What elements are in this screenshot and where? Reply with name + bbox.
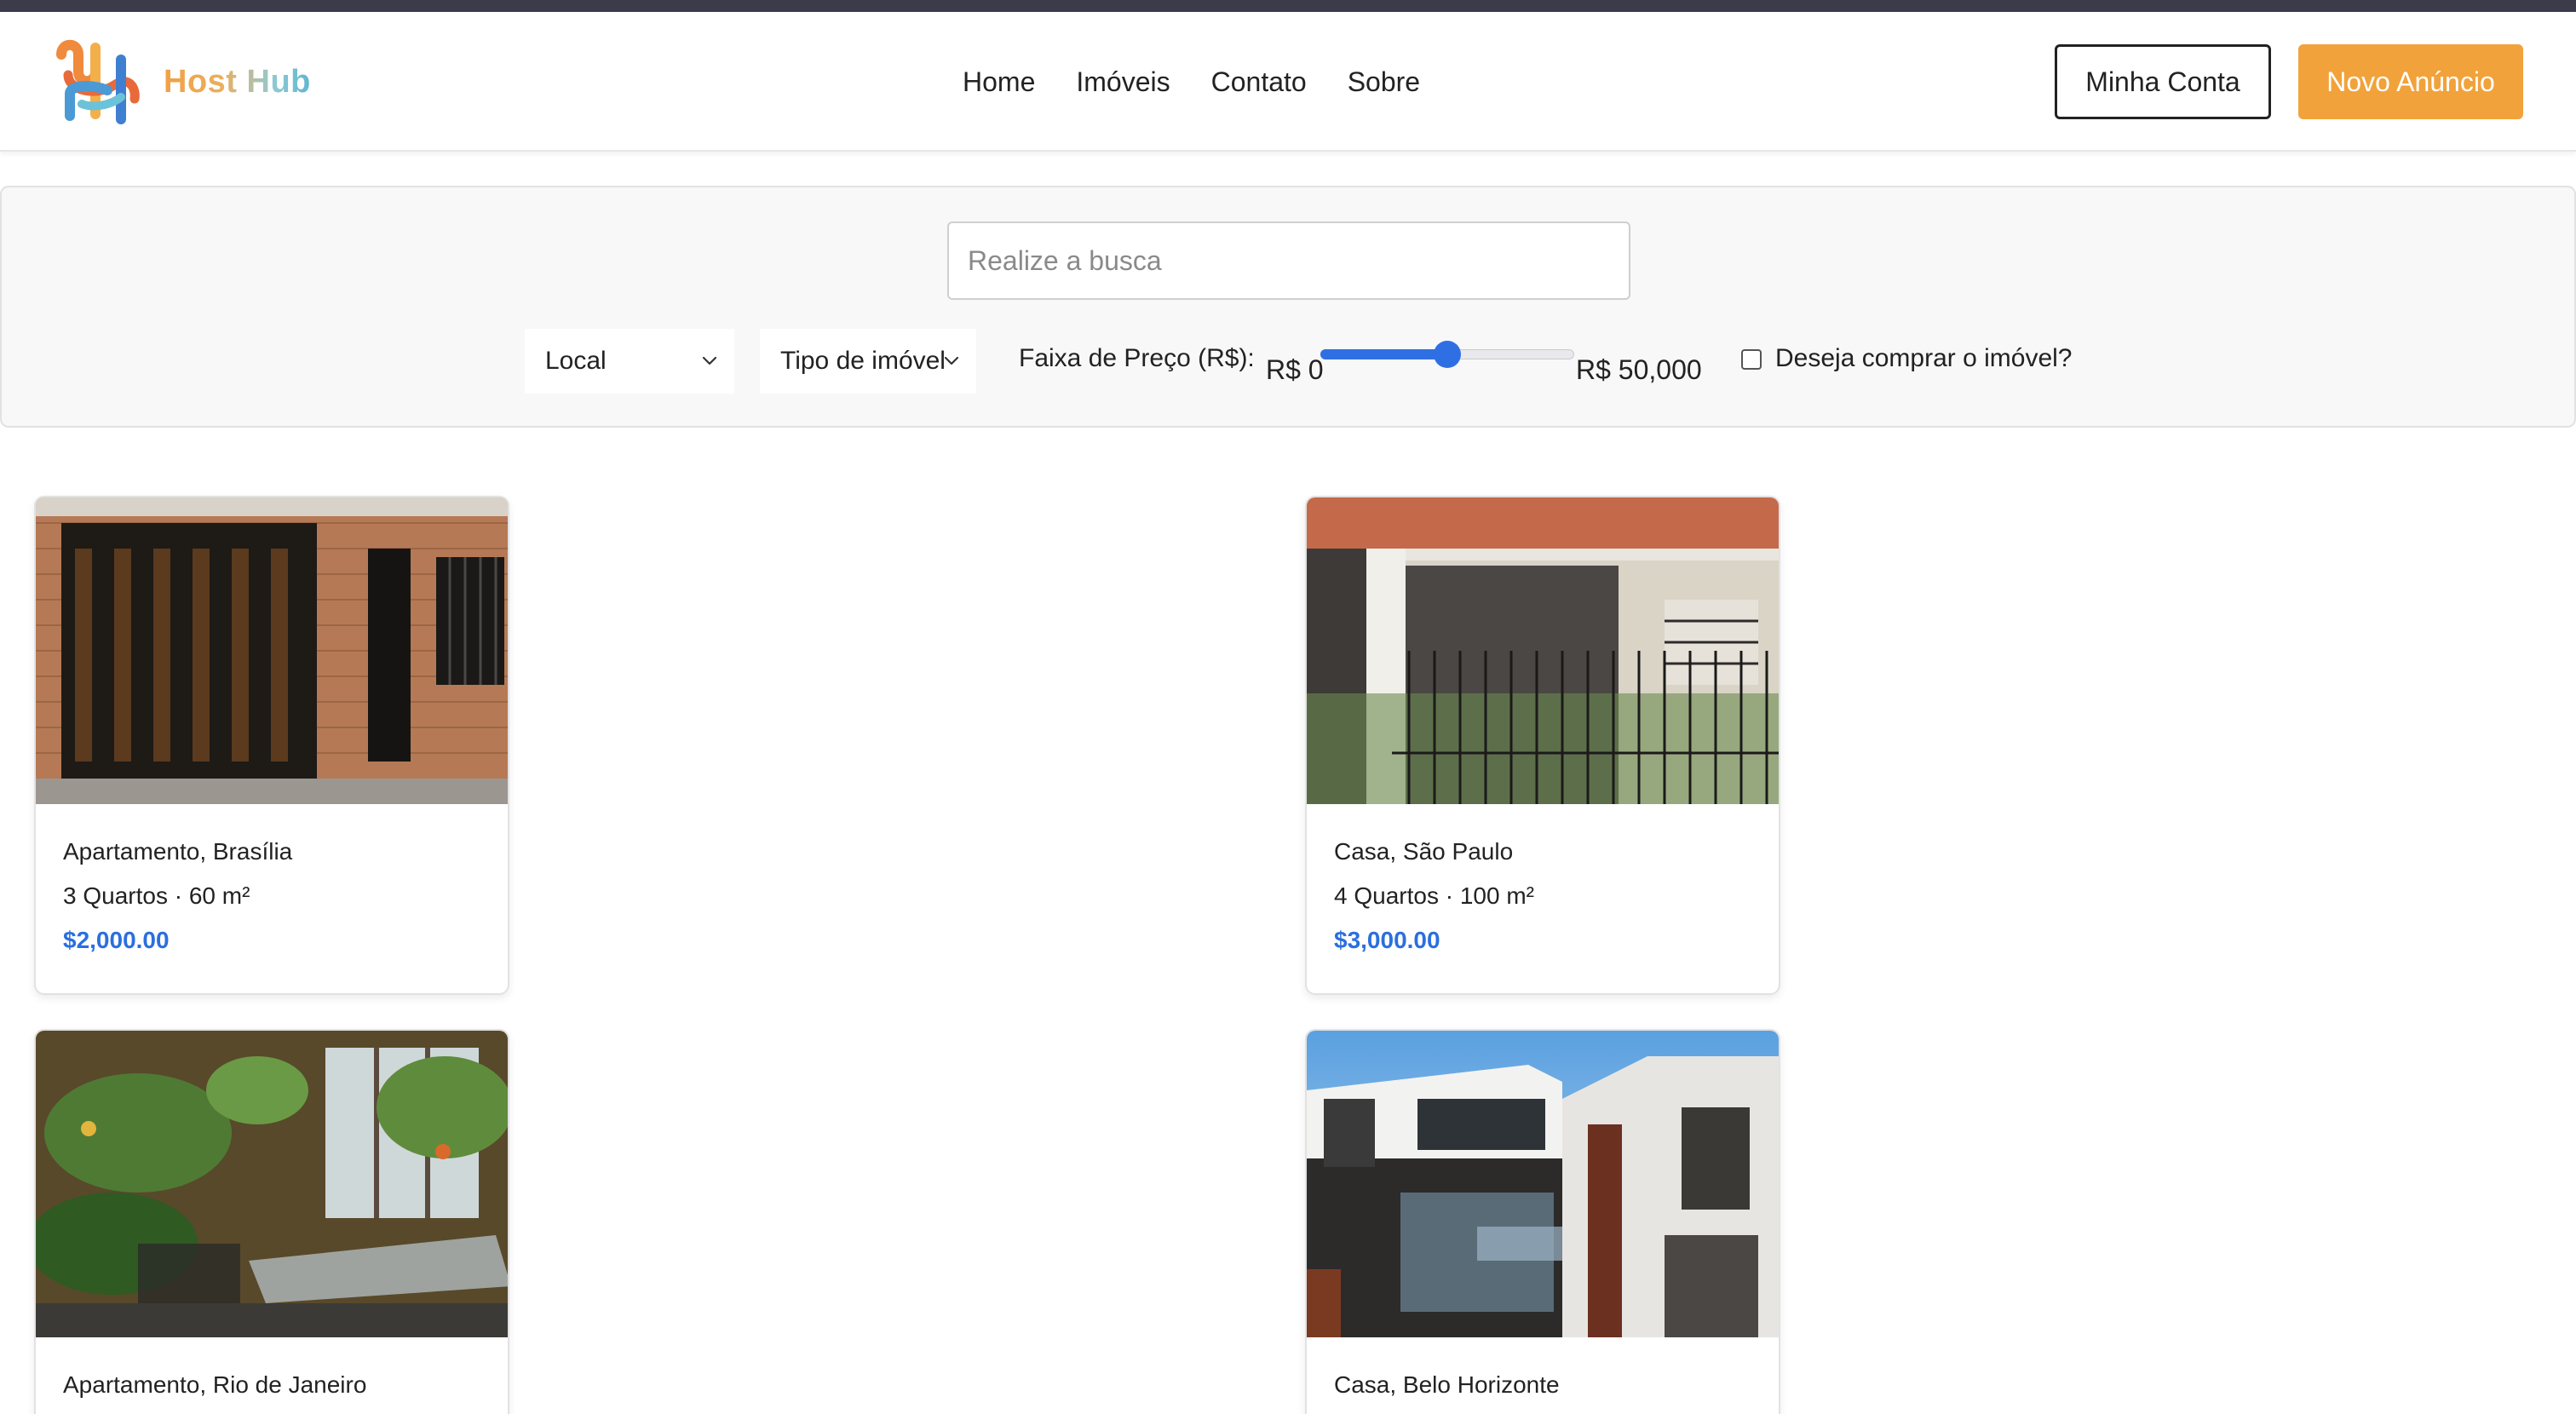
chevron-down-icon (702, 356, 717, 365)
listing-specs: 3 Quartos · 60 m² (63, 882, 250, 909)
listing-title: Casa, Belo Horizonte (1334, 1371, 1560, 1398)
search-filters-panel: Local Tipo de imóvel Faixa de Preço (R$)… (0, 186, 2576, 428)
price-max-label: R$ 50,000 (1576, 354, 1702, 385)
my-account-button[interactable]: Minha Conta (2055, 44, 2271, 119)
price-range-slider[interactable] (1320, 339, 1574, 370)
price-slider-thumb[interactable] (1434, 341, 1461, 368)
listing-price: $2,000.00 (63, 927, 170, 953)
nav-link-contato[interactable]: Contato (1211, 66, 1307, 98)
nav-link-imoveis[interactable]: Imóveis (1076, 66, 1170, 98)
listing-title: Apartamento, Brasília (63, 838, 293, 865)
location-select-value: Local (545, 347, 607, 375)
listing-photo (1307, 1031, 1779, 1337)
listing-photo (36, 497, 508, 804)
window-top-strip (0, 0, 2576, 12)
brand-logo[interactable]: Host Hub (53, 37, 311, 126)
price-range-label: Faixa de Preço (R$): (1019, 344, 1255, 372)
listing-title: Apartamento, Rio de Janeiro (63, 1371, 367, 1398)
property-type-select-value: Tipo de imóvel (780, 347, 946, 375)
property-type-select[interactable]: Tipo de imóvel (760, 329, 976, 394)
navbar: Host Hub Home Imóveis Contato Sobre Minh… (0, 12, 2576, 152)
listing-specs: 4 Quartos · 100 m² (1334, 882, 1534, 909)
listing-price: $3,000.00 (1334, 927, 1440, 953)
buy-property-checkbox[interactable] (1741, 349, 1762, 370)
location-select[interactable]: Local (525, 329, 734, 394)
nav-link-home[interactable]: Home (963, 66, 1035, 98)
price-slider-fill (1320, 349, 1447, 359)
listing-photo (36, 1031, 508, 1337)
price-min-label: R$ 0 (1266, 354, 1324, 385)
search-input[interactable] (947, 221, 1630, 300)
buy-property-label: Deseja comprar o imóvel? (1775, 344, 2073, 372)
nav-link-sobre[interactable]: Sobre (1348, 66, 1420, 98)
host-hub-logo-icon (56, 39, 140, 124)
main-nav: Home Imóveis Contato Sobre (963, 12, 1420, 152)
listing-card[interactable]: Casa, São Paulo 4 Quartos · 100 m² $3,00… (1305, 496, 1780, 995)
listing-card[interactable]: Casa, Belo Horizonte (1305, 1029, 1780, 1414)
listing-card[interactable]: Apartamento, Brasília 3 Quartos · 60 m² … (34, 496, 509, 995)
chevron-down-icon (944, 356, 959, 365)
listing-photo (1307, 497, 1779, 804)
new-listing-button[interactable]: Novo Anúncio (2298, 44, 2523, 119)
brand-name: Host Hub (164, 63, 311, 100)
listing-card[interactable]: Apartamento, Rio de Janeiro (34, 1029, 509, 1414)
listing-title: Casa, São Paulo (1334, 838, 1514, 865)
